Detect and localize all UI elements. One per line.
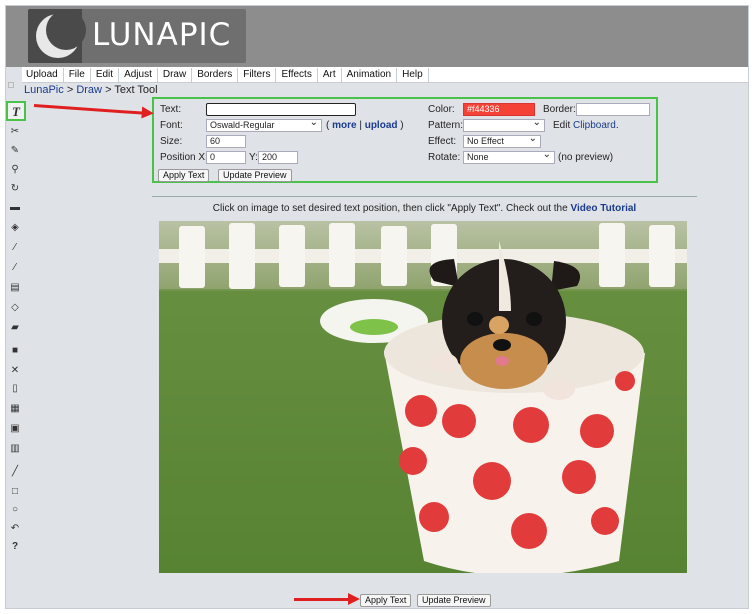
menu-edit[interactable]: Edit — [91, 67, 120, 82]
red-arrow-bottom — [294, 593, 360, 605]
undo-icon[interactable]: ↶ — [8, 522, 22, 536]
more-fonts-link[interactable]: more — [332, 120, 356, 131]
video-tutorial-link[interactable]: Video Tutorial — [570, 203, 636, 214]
rotate-icon[interactable]: ↻ — [8, 182, 22, 196]
pattern-select[interactable] — [463, 117, 545, 132]
bottom-apply-text-button[interactable]: Apply Text — [360, 594, 412, 607]
menu-help[interactable]: Help — [397, 67, 429, 82]
rotate-label: Rotate: — [428, 152, 461, 163]
upload-font-link[interactable]: upload — [365, 120, 398, 131]
zoom-icon[interactable]: ⚲ — [8, 163, 22, 177]
scissors-icon[interactable]: ✂ — [8, 125, 22, 139]
bottom-update-preview-button[interactable]: Update Preview — [417, 594, 491, 607]
menu-animation[interactable]: Animation — [342, 67, 398, 82]
text-options-panel: Text: Font: Oswald-Regular ( more | uplo… — [152, 97, 658, 183]
color-input[interactable]: #f44336 — [463, 103, 535, 116]
brush-icon[interactable]: ⁄ — [8, 261, 22, 275]
help-icon[interactable]: ? — [8, 540, 22, 554]
border-input[interactable] — [576, 103, 650, 116]
edit-clipboard: Edit Clipboard. — [553, 120, 619, 131]
menu-upload[interactable]: Upload — [22, 67, 64, 82]
image-icon[interactable]: ▤ — [8, 281, 22, 295]
color-label: Color: — [428, 104, 455, 115]
position-y-input[interactable]: 200 — [258, 151, 298, 164]
moon-logo-icon — [28, 9, 86, 63]
close-icon[interactable]: ✕ — [8, 364, 22, 378]
position-x-label: Position X: — [160, 152, 208, 163]
pencil-icon[interactable]: ✎ — [8, 144, 22, 158]
app-window: LUNAPIC Upload File Edit Adjust Draw Bor… — [5, 5, 749, 609]
pattern-label: Pattern: — [428, 120, 464, 131]
font-label: Font: — [160, 120, 183, 131]
menu-draw[interactable]: Draw — [158, 67, 193, 82]
menu-adjust[interactable]: Adjust — [119, 67, 158, 82]
line-icon[interactable]: ╱ — [8, 465, 22, 479]
menu-filters[interactable]: Filters — [238, 67, 277, 82]
apply-text-button[interactable]: Apply Text — [158, 169, 210, 182]
update-preview-button[interactable]: Update Preview — [218, 169, 292, 182]
canvas-image[interactable] — [159, 221, 687, 573]
eyedropper-icon[interactable]: ⁄ — [8, 241, 22, 255]
effect-select[interactable]: No Effect — [463, 133, 541, 148]
puppy-in-cup-photo — [159, 221, 687, 573]
divider — [152, 196, 697, 197]
menu-file[interactable]: File — [64, 67, 91, 82]
font-links: ( more | upload ) — [326, 120, 404, 131]
font-select[interactable]: Oswald-Regular — [206, 117, 322, 132]
red-arrow-top — [33, 104, 144, 115]
open-folder-icon[interactable]: ▰ — [8, 321, 22, 335]
header: LUNAPIC — [6, 6, 748, 67]
size-label: Size: — [160, 136, 183, 147]
no-preview-note: (no preview) — [558, 152, 614, 163]
breadcrumb-home[interactable]: LunaPic — [24, 84, 64, 96]
position-y-label: Y: — [249, 152, 258, 163]
text-input[interactable] — [206, 103, 356, 116]
logo-text: LUNAPIC — [92, 17, 232, 53]
menu-borders[interactable]: Borders — [192, 67, 239, 82]
print-icon[interactable]: ▦ — [8, 402, 22, 416]
clipboard-link[interactable]: Clipboard — [573, 120, 616, 131]
eraser-icon[interactable]: ◇ — [8, 301, 22, 315]
left-toolbar: T ✂ ✎ ⚲ ↻ ▬ ◈ ⁄ ⁄ ▤ ◇ ▰ ■ ✕ ▯ ▦ ▣ ▥ ╱ □ … — [6, 82, 26, 564]
copy-icon[interactable]: ▣ — [8, 422, 22, 436]
new-file-icon[interactable]: ▯ — [8, 382, 22, 396]
menu-art[interactable]: Art — [318, 67, 342, 82]
breadcrumb-current: Text Tool — [114, 84, 158, 96]
instruction-text: Click on image to set desired text posit… — [212, 203, 637, 214]
rotate-select[interactable]: None — [463, 149, 555, 164]
save-icon[interactable]: ■ — [8, 344, 22, 358]
circle-icon[interactable]: ○ — [8, 503, 22, 517]
size-input[interactable]: 60 — [206, 135, 246, 148]
crop-icon[interactable]: ▬ — [8, 201, 22, 215]
paint-bucket-icon[interactable]: ◈ — [8, 221, 22, 235]
breadcrumb-draw[interactable]: Draw — [76, 84, 102, 96]
paste-icon[interactable]: ▥ — [8, 442, 22, 456]
border-label: Border: — [543, 104, 576, 115]
position-x-input[interactable]: 0 — [206, 151, 246, 164]
toolbar-handle-icon — [8, 82, 14, 88]
menu-effects[interactable]: Effects — [276, 67, 318, 82]
text-label: Text: — [160, 104, 182, 115]
breadcrumb: LunaPic > Draw > Text Tool — [24, 84, 158, 96]
menu-bar: Upload File Edit Adjust Draw Borders Fil… — [22, 67, 748, 83]
rectangle-icon[interactable]: □ — [8, 485, 22, 499]
effect-label: Effect: — [428, 136, 457, 147]
lunapic-logo[interactable]: LUNAPIC — [28, 9, 246, 63]
text-tool-icon[interactable]: T — [6, 101, 26, 121]
